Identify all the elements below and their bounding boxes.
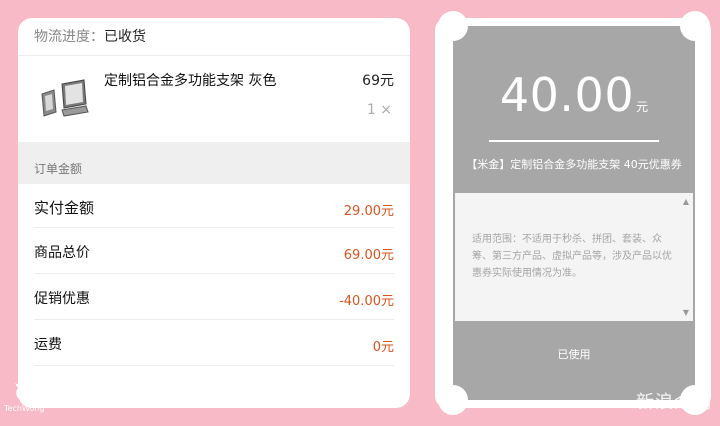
coupon-amount: 40.00 元 [453, 68, 695, 122]
techwong-watermark: TechWong [4, 382, 44, 413]
summary-row-shipping: 运费 0元 [34, 320, 394, 366]
logistics-status: 已收货 [104, 29, 146, 45]
scroll-down-icon[interactable]: ▼ [683, 308, 689, 317]
techwong-watermark-text: TechWong [4, 404, 45, 413]
summary-row-total: 商品总价 69.00元 [34, 228, 394, 274]
product-price: 69元 [362, 73, 394, 89]
summary-row-paid: 实付金额 29.00元 [34, 184, 394, 228]
summary-value: -40.00元 [339, 294, 394, 309]
logistics-status-row[interactable]: 物流进度：已收货 [18, 18, 410, 56]
coupon-amount-unit: 元 [636, 100, 649, 114]
summary-value: 29.00元 [343, 204, 394, 219]
coupon-amount-number: 40.00 [499, 68, 635, 122]
product-row[interactable]: 定制铝合金多功能支架 灰色 69元 1 × [18, 56, 410, 142]
order-card: 物流进度：已收货 定制铝合金多功能支架 灰色 69元 1 × 订单金额 实付金额… [18, 18, 410, 408]
ticket-notch [438, 385, 468, 415]
order-amount-section-title: 订单金额 [18, 142, 410, 184]
product-name[interactable]: 定制铝合金多功能支架 灰色 [104, 70, 276, 90]
ticket-notch [438, 11, 468, 41]
ticket-notch [680, 11, 710, 41]
coupon-divider [489, 140, 659, 142]
coupon-terms-box[interactable]: ▲ 适用范围：不适用于秒杀、拼团、套装、众筹、第三方产品、虚拟产品等，涉及产品以… [455, 193, 693, 321]
summary-row-discount: 促销优惠 -40.00元 [34, 274, 394, 320]
coupon-terms-text: 适用范围：不适用于秒杀、拼团、套装、众筹、第三方产品、虚拟产品等，涉及产品以优惠… [472, 234, 672, 279]
scroll-up-icon[interactable]: ▲ [683, 197, 689, 206]
summary-label: 促销优惠 [34, 291, 90, 307]
summary-value: 69.00元 [343, 248, 394, 263]
summary-label: 商品总价 [34, 245, 90, 261]
laptop-stand-icon [40, 78, 90, 122]
sina-zhongce-watermark: 新浪众测 [636, 392, 712, 413]
coupon-title: 【米金】定制铝合金多功能支架 40元优惠券 [466, 158, 682, 171]
coupon-ticket: 40.00 元 【米金】定制铝合金多功能支架 40元优惠券 ▲ 适用范围：不适用于… [438, 11, 710, 415]
techwong-logo-icon [15, 383, 33, 401]
product-quantity: 1 × [366, 102, 392, 118]
coupon-status-label: 已使用 [557, 348, 591, 361]
coupon-card: 40.00 元 【米金】定制铝合金多功能支架 40元优惠券 ▲ 适用范围：不适用于… [435, 11, 711, 415]
summary-label: 运费 [34, 337, 62, 353]
logistics-label: 物流进度： [34, 29, 104, 45]
summary-label: 实付金额 [34, 199, 95, 217]
summary-value: 0元 [372, 340, 394, 355]
